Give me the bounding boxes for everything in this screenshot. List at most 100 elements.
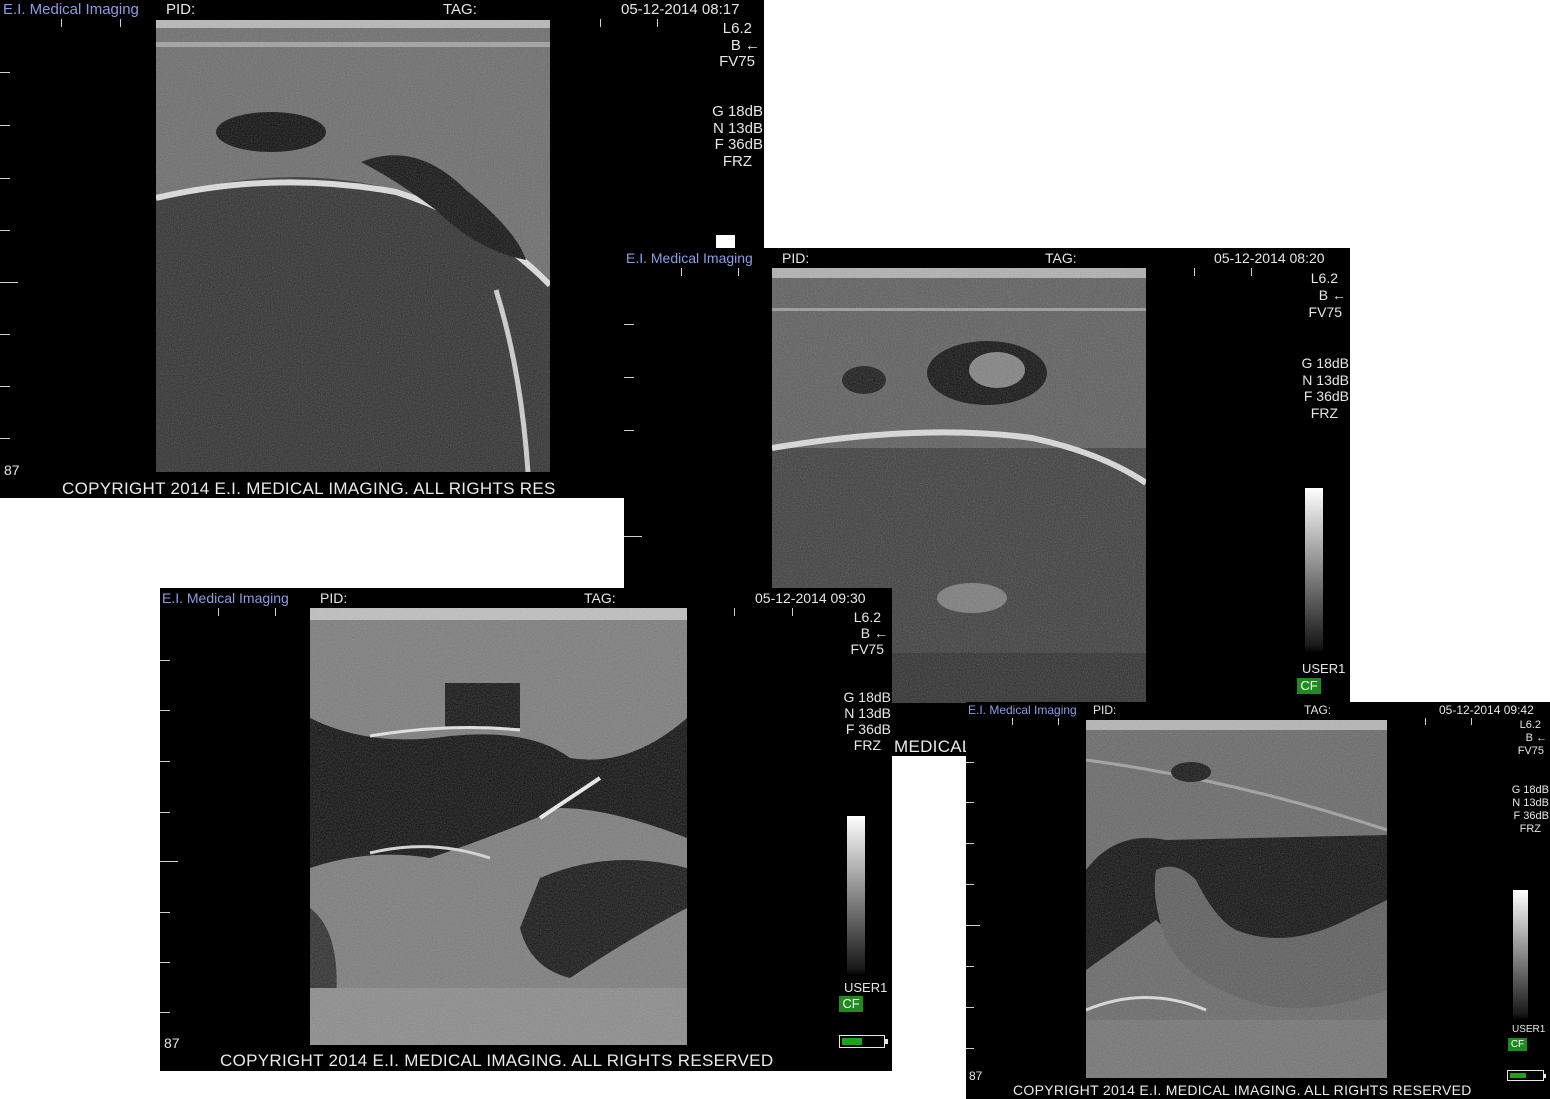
gray-scale-swatch: [716, 235, 735, 248]
gray-scale-bar: [847, 816, 865, 976]
user-preset-label: USER1: [844, 980, 888, 995]
depth-tick: [624, 536, 642, 537]
depth-tick: [160, 962, 170, 963]
n-label: N 13dB: [1512, 797, 1549, 809]
n-label: N 13dB: [1302, 372, 1349, 388]
freeze-label: FRZ: [1310, 405, 1338, 421]
depth-tick: [966, 1048, 974, 1049]
depth-tick: [218, 608, 219, 616]
copyright-text: COPYRIGHT 2014 E.I. MEDICAL IMAGING. ALL…: [220, 1051, 774, 1070]
depth-tick: [0, 438, 10, 439]
depth-tick: [160, 660, 170, 661]
probe-label: L6.2: [1519, 719, 1541, 731]
tag-label: TAG:: [1304, 703, 1332, 717]
user-preset-label: USER1: [1512, 1024, 1546, 1035]
freeze-label: FRZ: [853, 737, 881, 753]
ultrasound-scan-image: [310, 608, 687, 1045]
pid-label: PID:: [166, 1, 196, 18]
depth-tick: [1194, 268, 1195, 276]
tag-label: TAG:: [443, 1, 477, 18]
gain-label: G 18dB: [712, 103, 763, 120]
timestamp: 05-12-2014 08:20: [1214, 250, 1325, 266]
depth-tick: [624, 430, 634, 431]
depth-tick: [120, 19, 121, 27]
depth-tick: [0, 334, 10, 335]
depth-tick: [966, 884, 974, 885]
depth-tick: [734, 608, 735, 616]
depth-tick: [792, 608, 793, 616]
depth-tick: [624, 377, 634, 378]
brand-label: E.I. Medical Imaging: [3, 1, 139, 18]
n-label: N 13dB: [844, 705, 891, 721]
probe-label: L6.2: [1310, 270, 1338, 286]
gray-scale-bar: [1305, 488, 1323, 653]
depth-tick: [1058, 718, 1059, 725]
depth-tick: [0, 386, 10, 387]
depth-tick: [160, 710, 170, 711]
depth-tick: [657, 19, 658, 27]
ultrasound-frame-3: E.I. Medical Imaging PID: TAG: 05-12-201…: [160, 588, 892, 1071]
depth-tick: [160, 861, 178, 862]
copyright-text: MEDICAL: [894, 737, 972, 756]
depth-tick: [0, 230, 10, 231]
depth-tick: [966, 843, 974, 844]
depth-label: 87: [164, 1035, 180, 1051]
depth-tick: [160, 1012, 170, 1013]
depth-label: 87: [969, 1069, 983, 1083]
depth-tick: [624, 324, 634, 325]
probe-label: L6.2: [722, 20, 752, 37]
mode-label: B ←: [1525, 732, 1547, 744]
freeze-label: FRZ: [1519, 823, 1541, 835]
brand-label: E.I. Medical Imaging: [162, 590, 289, 606]
fv-label: FV75: [1308, 304, 1342, 320]
depth-tick: [0, 125, 10, 126]
brand-label: E.I. Medical Imaging: [968, 703, 1077, 717]
ultrasound-scan-image: [1086, 720, 1387, 1078]
mode-label: B ←: [1318, 287, 1346, 303]
timestamp: 05-12-2014 09:42: [1439, 703, 1534, 717]
depth-tick: [966, 925, 980, 926]
depth-tick: [160, 761, 170, 762]
depth-tick: [1251, 268, 1252, 276]
depth-tick: [966, 762, 974, 763]
depth-tick: [61, 19, 62, 27]
f-label: F 36dB: [845, 721, 891, 737]
copyright-text: COPYRIGHT 2014 E.I. MEDICAL IMAGING. ALL…: [1013, 1082, 1472, 1098]
depth-tick: [0, 72, 10, 73]
color-flow-badge: CF: [839, 996, 863, 1012]
user-preset-label: USER1: [1302, 661, 1346, 676]
depth-tick: [966, 966, 974, 967]
f-label: F 36dB: [1513, 810, 1549, 822]
depth-tick: [738, 268, 739, 276]
pid-label: PID:: [1093, 703, 1117, 717]
mode-label: B ←: [860, 625, 888, 641]
freeze-label: FRZ: [722, 153, 752, 170]
depth-tick: [1425, 718, 1426, 725]
depth-tick: [0, 178, 10, 179]
tag-label: TAG:: [584, 590, 616, 606]
fv-label: FV75: [850, 641, 884, 657]
timestamp: 05-12-2014 08:17: [621, 1, 740, 18]
tag-label: TAG:: [1045, 250, 1077, 266]
probe-label: L6.2: [853, 609, 881, 625]
fv-label: FV75: [1517, 745, 1544, 757]
color-flow-badge: CF: [1508, 1038, 1527, 1051]
f-label: F 36dB: [1303, 388, 1349, 404]
n-label: N 13dB: [712, 120, 763, 137]
depth-tick: [681, 268, 682, 276]
color-flow-badge: CF: [1297, 678, 1321, 694]
depth-tick: [966, 802, 974, 803]
depth-tick: [1471, 718, 1472, 725]
gain-label: G 18dB: [1301, 355, 1349, 371]
gain-label: G 18dB: [1511, 784, 1549, 796]
copyright-text: COPYRIGHT 2014 E.I. MEDICAL IMAGING. ALL…: [62, 479, 556, 498]
depth-tick: [966, 1007, 974, 1008]
pid-label: PID:: [320, 590, 348, 606]
ultrasound-frame-4: E.I. Medical Imaging PID: TAG: 05-12-201…: [966, 702, 1550, 1099]
battery-indicator: [1507, 1070, 1546, 1081]
depth-tick: [275, 608, 276, 616]
depth-label: 87: [4, 462, 20, 478]
fv-label: FV75: [719, 53, 755, 70]
depth-tick: [160, 812, 170, 813]
gain-label: G 18dB: [843, 689, 891, 705]
